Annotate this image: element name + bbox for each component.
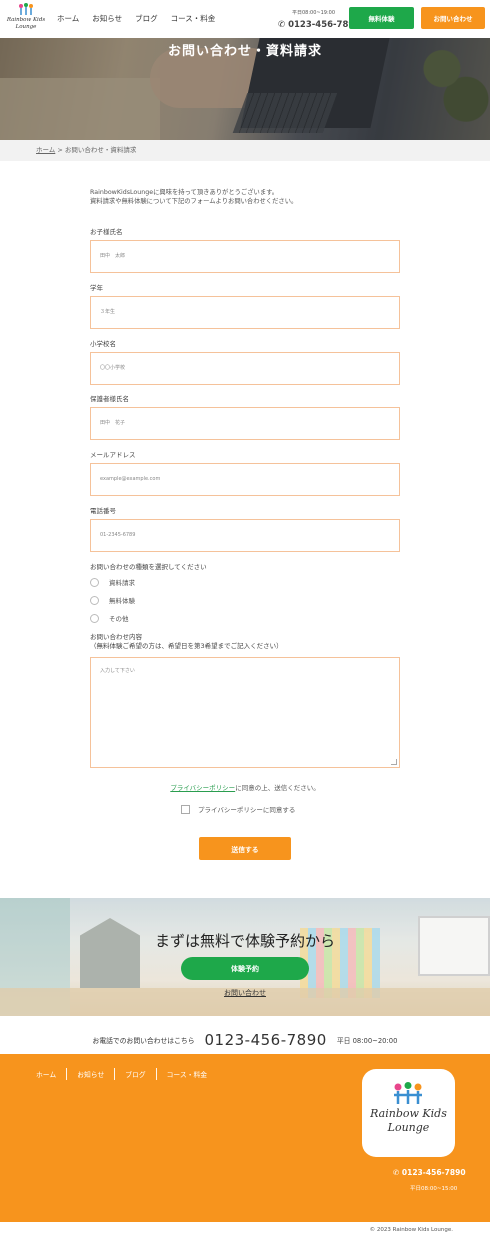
- email-field[interactable]: example@example.com: [90, 463, 400, 496]
- footer-nav-blog[interactable]: ブログ: [125, 1069, 145, 1079]
- privacy-agree-checkbox[interactable]: [181, 804, 190, 814]
- page-title: お問い合わせ・資料請求: [167, 44, 322, 59]
- message-label: お問い合わせ内容 （無料体験ご希望の方は、希望日を第3希望までご記入ください）: [90, 633, 283, 651]
- form-intro: RainbowKidsLoungeに興味を持って頂きありがとうございます。 資料…: [90, 188, 410, 206]
- radio-option-request[interactable]: 資料請求: [90, 577, 135, 587]
- school-label: 小学校名: [90, 340, 116, 348]
- footer-logo-line1: Rainbow Kids: [370, 1107, 447, 1120]
- nav-divider: [66, 1068, 68, 1080]
- form-intro-line2: 資料請求や無料体験について下記のフォームよりお問い合わせください。: [90, 198, 298, 205]
- cta-title: まずは無料で体験予約から: [154, 932, 335, 950]
- breadcrumb-current: お問い合わせ・資料請求: [64, 146, 137, 154]
- nav-item-blog[interactable]: ブログ: [135, 13, 158, 24]
- privacy-agree-row[interactable]: プライバシーポリシーに同意する: [181, 804, 295, 814]
- footer-logo-line2: Lounge: [387, 1121, 430, 1134]
- footer-phone-number: 0123-456-7890: [401, 1168, 466, 1177]
- nav-item-courses[interactable]: コース・料金: [171, 13, 216, 24]
- child-name-label: お子様氏名: [90, 228, 123, 236]
- footer-logo-text: Rainbow Kids Lounge: [362, 1107, 455, 1135]
- message-placeholder: 入力して下さい: [100, 668, 135, 674]
- footer-hours: 平日08:00~15:00: [410, 1186, 458, 1192]
- copyright: © 2023 Rainbow Kids Lounge.: [369, 1227, 453, 1233]
- phone-strip-label: お電話でのお問い合わせはこちら: [92, 1037, 195, 1045]
- nav-divider: [114, 1068, 116, 1080]
- submit-button[interactable]: 送信する: [199, 837, 291, 860]
- footer-nav-home[interactable]: ホーム: [36, 1069, 56, 1079]
- form-intro-line1: RainbowKidsLoungeに興味を持って頂きありがとうございます。: [90, 189, 279, 196]
- phone-icon: ✆: [393, 1168, 402, 1177]
- trial-booking-button[interactable]: 体験予約: [181, 957, 309, 980]
- header-phone[interactable]: ✆ 0123-456-7890: [278, 20, 360, 30]
- nav-item-home[interactable]: ホーム: [57, 13, 79, 24]
- privacy-agree-label: プライバシーポリシーに同意する: [198, 806, 296, 814]
- radio-option-other[interactable]: その他: [90, 613, 129, 623]
- breadcrumb-separator: >: [57, 146, 63, 154]
- grade-input[interactable]: ３年生: [90, 296, 400, 329]
- nav-divider: [155, 1068, 157, 1080]
- footer-nav-courses[interactable]: コース・料金: [167, 1069, 207, 1079]
- cta-contact-link[interactable]: お問い合わせ: [0, 988, 490, 998]
- phone-strip-hours: 平日 08:00~20:00: [336, 1037, 398, 1045]
- logo-icon: [19, 3, 33, 15]
- school-input[interactable]: 〇〇小学校: [90, 352, 400, 385]
- trial-button[interactable]: 無料体験: [349, 7, 414, 29]
- radio-option-trial[interactable]: 無料体験: [90, 595, 135, 605]
- privacy-notice-text: に同意の上、送信ください。: [235, 784, 320, 792]
- footer-phone[interactable]: ✆ 0123-456-7890: [393, 1168, 466, 1177]
- phone-label: 電話番号: [90, 507, 116, 515]
- breadcrumb-home[interactable]: ホーム: [36, 146, 55, 154]
- guardian-label: 保護者様氏名: [90, 395, 129, 403]
- resize-handle[interactable]: [391, 759, 397, 765]
- breadcrumb: ホーム > お問い合わせ・資料請求: [0, 140, 490, 161]
- phone-strip-number[interactable]: 0123-456-7890: [205, 1031, 327, 1049]
- email-label: メールアドレス: [90, 451, 136, 459]
- site-header: Rainbow Kids Lounge ホーム お知らせ ブログ コース・料金 …: [0, 0, 490, 38]
- radio-label: 資料請求: [109, 579, 135, 587]
- message-label-line2: （無料体験ご希望の方は、希望日を第3希望までご記入ください）: [90, 642, 283, 650]
- phone-contact-strip: お電話でのお問い合わせはこちら 0123-456-7890 平日 08:00~2…: [0, 1028, 490, 1052]
- footer-nav-news[interactable]: お知らせ: [77, 1069, 104, 1079]
- message-label-line1: お問い合わせ内容: [90, 633, 142, 641]
- inquiry-type-label: お問い合わせの種類を選択してください: [90, 563, 207, 571]
- nav-item-news[interactable]: お知らせ: [92, 13, 122, 24]
- site-logo[interactable]: Rainbow Kids Lounge: [6, 3, 46, 35]
- radio-button[interactable]: [90, 595, 99, 605]
- contact-button[interactable]: お問い合わせ: [421, 7, 485, 29]
- logo-text: Rainbow Kids Lounge: [6, 17, 46, 30]
- footer-nav: ホーム お知らせ ブログ コース・料金: [36, 1068, 207, 1080]
- phone-field[interactable]: 01-2345-6789: [90, 519, 400, 552]
- radio-label: 無料体験: [109, 597, 135, 605]
- radio-label: その他: [109, 615, 129, 623]
- privacy-notice: プライバシーポリシーに同意の上、送信ください。: [0, 782, 490, 792]
- radio-button[interactable]: [90, 577, 99, 587]
- grade-label: 学年: [90, 284, 103, 292]
- main-nav: ホーム お知らせ ブログ コース・料金: [57, 13, 215, 24]
- phone-icon: ✆: [278, 20, 289, 30]
- logo-icon: [394, 1082, 422, 1104]
- guardian-input[interactable]: 田中 花子: [90, 407, 400, 440]
- site-footer: ホーム お知らせ ブログ コース・料金 Rainbow Kids Lounge …: [0, 1054, 490, 1222]
- child-name-input[interactable]: 田中 太郎: [90, 240, 400, 273]
- radio-button[interactable]: [90, 613, 99, 623]
- footer-logo[interactable]: Rainbow Kids Lounge: [362, 1069, 455, 1157]
- header-hours: 平日08:00~19:00: [292, 10, 336, 16]
- message-textarea[interactable]: 入力して下さい: [90, 657, 400, 768]
- privacy-policy-link[interactable]: プライバシーポリシー: [170, 784, 235, 792]
